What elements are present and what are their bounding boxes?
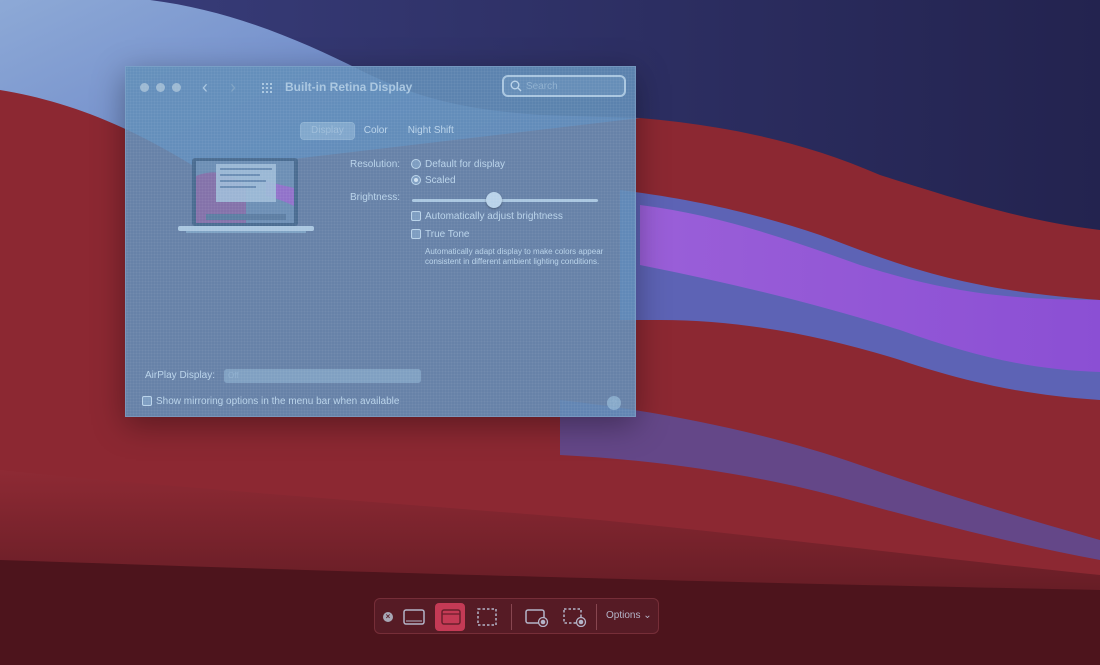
window-titlebar: ‹ › Built-in Retina Display (126, 67, 635, 107)
auto-brightness-checkbox[interactable] (411, 211, 421, 221)
chevron-down-icon: ⌄ (640, 610, 652, 621)
capture-entire-screen-button[interactable] (398, 603, 428, 631)
auto-brightness-label[interactable]: Automatically adjust brightness (425, 211, 563, 222)
airplay-display-select[interactable]: Off (224, 369, 421, 383)
segmented-tabs: Display Color Night Shift (301, 123, 464, 139)
true-tone-description: Automatically adapt display to make colo… (425, 247, 604, 266)
back-arrow-icon[interactable]: ‹ (202, 77, 208, 98)
toolbar-separator (511, 604, 512, 630)
brightness-slider-knob[interactable] (485, 192, 502, 208)
option-default-for-display-label[interactable]: Default for display (425, 159, 505, 170)
true-tone-checkbox[interactable] (411, 229, 421, 239)
mirroring-options-label[interactable]: Show mirroring options in the menu bar w… (156, 396, 399, 407)
radio-default-for-display[interactable] (411, 159, 421, 169)
search-input[interactable] (526, 79, 620, 93)
display-preview-image (178, 158, 314, 233)
options-label: Options (606, 610, 641, 621)
options-menu-button[interactable]: Options ⌄ (606, 610, 652, 621)
window-capture-icon (441, 609, 461, 625)
record-selected-portion-button[interactable] (558, 603, 588, 631)
record-selection-icon (563, 608, 587, 627)
capture-selected-portion-button[interactable] (471, 603, 501, 631)
minimize-window-button[interactable] (156, 83, 165, 92)
toolbar-separator (596, 604, 597, 630)
record-screen-icon (525, 609, 549, 627)
show-all-grid-icon[interactable] (262, 83, 274, 93)
forward-arrow-icon[interactable]: › (230, 77, 236, 98)
radio-scaled[interactable] (411, 175, 421, 185)
selection-capture-icon (477, 608, 497, 626)
tab-color[interactable]: Color (354, 123, 398, 139)
resolution-label: Resolution: (350, 159, 401, 170)
airplay-display-label: AirPlay Display: (145, 370, 216, 381)
mirroring-options-checkbox[interactable] (142, 396, 152, 406)
capture-selected-window-button[interactable] (435, 603, 465, 631)
close-window-button[interactable] (140, 83, 149, 92)
search-field[interactable] (502, 75, 626, 97)
screenshot-toolbar: × Options ⌄ (374, 598, 659, 634)
tab-night-shift[interactable]: Night Shift (398, 123, 464, 139)
tab-display[interactable]: Display (301, 123, 354, 139)
display-preferences-window: ‹ › Built-in Retina Display Display Colo… (125, 66, 636, 417)
true-tone-label[interactable]: True Tone (425, 229, 469, 240)
option-scaled-label[interactable]: Scaled (425, 175, 456, 186)
window-title: Built-in Retina Display (285, 80, 413, 94)
close-toolbar-button[interactable]: × (383, 612, 393, 622)
brightness-label: Brightness: (350, 192, 401, 203)
brightness-slider-track[interactable] (412, 199, 598, 202)
zoom-window-button[interactable] (172, 83, 181, 92)
help-button[interactable]: ? (607, 396, 621, 410)
record-entire-screen-button[interactable] (520, 603, 550, 631)
entire-screen-icon (403, 609, 425, 625)
search-icon (510, 80, 522, 92)
